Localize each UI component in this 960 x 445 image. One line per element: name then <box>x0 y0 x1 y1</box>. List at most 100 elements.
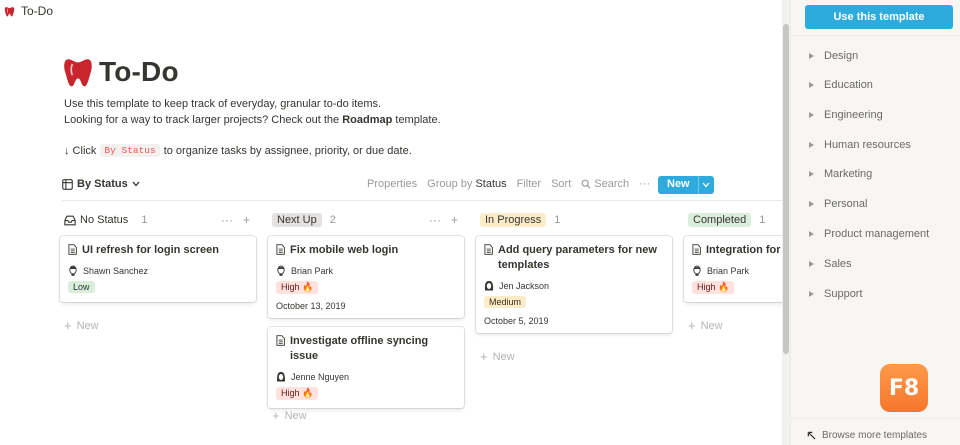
category-sales[interactable]: Sales <box>809 256 852 272</box>
browse-more-templates-link[interactable]: Browse more templates <box>807 430 927 441</box>
plus-icon: + <box>480 349 488 364</box>
triangle-right-icon <box>809 112 814 118</box>
document-icon <box>276 244 285 255</box>
roadmap-link[interactable]: Roadmap <box>342 114 392 126</box>
assignee-name: Shawn Sanchez <box>83 265 149 276</box>
category-engineering[interactable]: Engineering <box>809 107 883 123</box>
category-label: Personal <box>824 198 868 210</box>
due-date: October 13, 2019 <box>276 301 346 311</box>
priority-tag: Medium <box>484 296 527 308</box>
due-date: October 5, 2019 <box>484 316 549 326</box>
column-header[interactable]: In Progress 1 <box>476 210 672 230</box>
card-title-text: UI refresh for login screen <box>82 244 219 256</box>
column-header[interactable]: No Status 1 ··· + <box>60 210 256 230</box>
column-count: 1 <box>759 214 766 226</box>
card-assignee: Jenne Nguyen <box>276 371 456 382</box>
add-card-button[interactable]: + New <box>688 318 723 333</box>
board-column-completed: Completed 1 Integration for S <box>684 210 782 333</box>
category-label: Design <box>824 50 859 62</box>
triangle-right-icon <box>809 261 814 267</box>
toolbar-divider <box>62 200 782 201</box>
sidebar-divider <box>791 35 960 36</box>
group-by-button[interactable]: Group by Status <box>427 178 507 190</box>
add-card-button[interactable]: + New <box>480 349 515 364</box>
page-title[interactable]: To-Do <box>99 56 179 88</box>
app-window: To-Do To-Do Use this template to keep tr… <box>0 0 960 445</box>
avatar-icon <box>277 372 285 382</box>
category-design[interactable]: Design <box>809 48 858 64</box>
plus-icon: + <box>688 318 696 333</box>
group-by-value: Status <box>475 178 507 190</box>
new-button-label: New <box>667 178 690 190</box>
board-card[interactable]: Investigate offline syncing issue Jenne … <box>268 327 464 408</box>
column-count: 1 <box>141 214 148 226</box>
card-title: Investigate offline syncing issue <box>276 334 456 364</box>
card-title: Fix mobile web login <box>276 243 456 258</box>
description-text: template. <box>392 114 441 126</box>
page-description: Use this template to keep track of every… <box>64 96 441 128</box>
category-label: Marketing <box>824 168 873 180</box>
page-hint: ↓ Click By Status to organize tasks by a… <box>64 144 412 157</box>
tooth-icon <box>4 6 15 16</box>
column-more-button[interactable]: ··· <box>221 213 233 227</box>
new-dropdown-button[interactable] <box>697 176 714 194</box>
hint-text: ↓ Click <box>64 144 97 157</box>
triangle-right-icon <box>809 142 814 148</box>
column-add-button[interactable]: + <box>243 213 250 227</box>
category-product-management[interactable]: Product management <box>809 226 929 242</box>
main-scrollbar[interactable] <box>782 0 790 445</box>
scrollbar-thumb[interactable] <box>783 24 789 354</box>
hint-text: to organize tasks by assignee, priority,… <box>163 144 412 157</box>
document-icon <box>692 244 701 255</box>
category-personal[interactable]: Personal <box>809 196 867 212</box>
search-button[interactable]: Search <box>581 178 629 190</box>
plus-icon: + <box>64 318 72 333</box>
column-header[interactable]: Completed 1 <box>684 210 782 230</box>
use-template-button[interactable]: Use this template <box>805 5 953 29</box>
sort-button[interactable]: Sort <box>551 178 571 190</box>
add-card-label: New <box>700 319 723 332</box>
category-support[interactable]: Support <box>809 286 863 302</box>
priority-tag: High 🔥 <box>276 387 319 400</box>
assignee-name: Brian Park <box>291 265 334 276</box>
priority-tag: High 🔥 <box>276 281 319 294</box>
more-options-button[interactable]: ··· <box>639 178 650 190</box>
add-card-button[interactable]: + New <box>64 318 99 333</box>
new-button[interactable]: New <box>658 176 714 194</box>
category-marketing[interactable]: Marketing <box>809 166 872 182</box>
tooth-icon[interactable] <box>62 56 94 88</box>
filter-button[interactable]: Filter <box>517 178 541 190</box>
view-selector[interactable]: By Status <box>62 178 140 190</box>
document-icon <box>68 244 77 255</box>
breadcrumb[interactable]: To-Do <box>0 0 53 22</box>
board-card[interactable]: Add query parameters for new templates J… <box>476 236 672 333</box>
description-line: Looking for a way to track larger projec… <box>64 112 441 128</box>
triangle-right-icon <box>809 171 814 177</box>
document-icon <box>484 244 493 255</box>
toolbar-actions: Properties Group by Status Filter Sort S… <box>367 178 650 190</box>
category-education[interactable]: Education <box>809 77 873 93</box>
properties-button[interactable]: Properties <box>367 178 417 190</box>
page-header: To-Do <box>62 56 179 88</box>
column-header[interactable]: Next Up 2 ··· + <box>268 210 464 230</box>
column-add-button[interactable]: + <box>451 213 458 227</box>
category-human-resources[interactable]: Human resources <box>809 137 911 153</box>
column-count: 1 <box>554 214 561 226</box>
column-count: 2 <box>329 214 336 226</box>
add-card-button[interactable]: + New <box>272 408 307 423</box>
assignee-name: Brian Park <box>707 265 750 276</box>
view-label: By Status <box>77 178 128 190</box>
triangle-right-icon <box>809 201 814 207</box>
arrow-up-left-icon <box>807 431 816 440</box>
column-more-button[interactable]: ··· <box>429 213 441 227</box>
category-label: Product management <box>824 228 930 240</box>
board-card[interactable]: Integration for S Brian Park High 🔥 <box>684 236 782 302</box>
column-title: No Status <box>80 214 129 226</box>
category-label: Engineering <box>824 109 883 121</box>
board-card[interactable]: Fix mobile web login Brian Park High 🔥 O… <box>268 236 464 318</box>
add-card-label: New <box>284 409 307 422</box>
plus-icon: + <box>272 408 280 423</box>
column-title: In Progress <box>480 213 547 227</box>
board-card[interactable]: UI refresh for login screen Shawn Sanche… <box>60 236 256 302</box>
card-assignee: Brian Park <box>276 265 456 276</box>
